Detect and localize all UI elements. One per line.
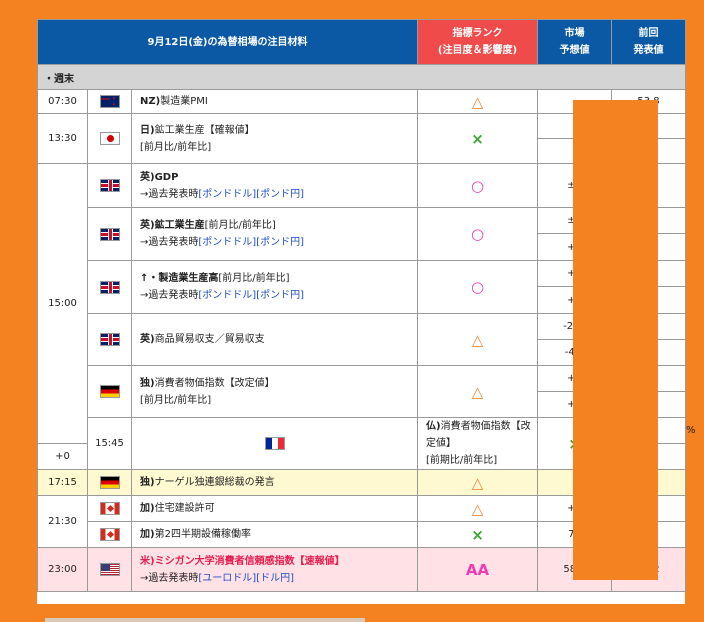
uk-flag-icon	[99, 333, 120, 346]
rank-cell: AA	[417, 547, 538, 592]
bottom-strip	[37, 604, 685, 622]
jp-flag-icon	[99, 132, 120, 145]
link-pound-yen[interactable]: [ポンド円]	[256, 237, 304, 248]
uk-flag-icon	[99, 179, 120, 192]
rank-cell: ○	[417, 207, 538, 261]
top-strip	[37, 0, 685, 19]
link-pound-yen[interactable]: [ポンド円]	[256, 290, 304, 301]
flag-cell	[87, 495, 132, 522]
link-euro-dollar[interactable]: [ユーロドル]	[198, 573, 256, 584]
flag-cell	[87, 113, 132, 164]
link-pound-dollar[interactable]: [ポンドドル]	[198, 189, 256, 200]
flag-cell	[87, 365, 132, 418]
section-label: ・週末	[37, 64, 686, 90]
nz-flag-icon	[99, 95, 120, 108]
flag-cell	[87, 469, 132, 496]
time-cell: 15:45	[87, 417, 132, 470]
flag-cell	[87, 207, 132, 261]
link-dollar-yen[interactable]: [ドル円]	[256, 573, 294, 584]
table-header: 9月12日(金)の為替相場の注目材料 指標ランク (注目度＆影響度) 市場 予想値 …	[37, 19, 686, 65]
ca-flag-icon	[99, 502, 120, 515]
item-cell: NZ)製造業PMI	[131, 89, 418, 114]
item-cell: 加)第2四半期設備稼働率	[131, 521, 418, 548]
us-flag-icon	[99, 563, 120, 576]
item-cell: 独)消費者物価指数【改定値】 [前月比/前年比]	[131, 365, 418, 418]
forecast-cell: +0	[37, 443, 88, 470]
item-cell: 英)鉱工業生産[前月比/前年比] →過去発表時[ポンドドル][ポンド円]	[131, 207, 418, 261]
uk-flag-icon	[99, 227, 120, 241]
item-cell: ↑・製造業生産高[前月比/前年比] →過去発表時[ポンドドル][ポンド円]	[131, 260, 418, 314]
header-forecast: 市場 予想値	[537, 19, 612, 65]
link-pound-yen[interactable]: [ポンド円]	[256, 189, 304, 200]
header-rank: 指標ランク (注目度＆影響度)	[417, 19, 538, 65]
rank-cell: ×	[417, 521, 538, 548]
item-cell: 英)商品貿易収支／貿易収支	[131, 313, 418, 366]
flag-cell	[87, 260, 132, 314]
rank-cell: ×	[417, 113, 538, 164]
flag-cell	[87, 163, 132, 208]
time-cell: 15:00	[37, 163, 88, 444]
rank-cell: ○	[417, 260, 538, 314]
item-cell: 仏)消費者物価指数【改定値】 [前期比/前年比]	[417, 417, 538, 470]
time-cell: 13:30	[37, 113, 88, 164]
rank-cell: △	[417, 313, 538, 366]
flag-cell	[87, 547, 132, 592]
ca-flag-icon	[99, 528, 120, 541]
time-cell: 21:30	[37, 495, 88, 548]
flag-cell	[87, 521, 132, 548]
rank-cell: ○	[417, 163, 538, 208]
header-title: 9月12日(金)の為替相場の注目材料	[37, 19, 418, 65]
flag-cell	[87, 89, 132, 114]
item-cell: 米)ミシガン大学消費者信頼感指数【速報値】 →過去発表時[ユーロドル][ドル円]	[131, 547, 418, 592]
item-cell: 日)鉱工業生産【確報値】 [前月比/前年比]	[131, 113, 418, 164]
time-cell: 17:15	[37, 469, 88, 496]
flag-cell	[131, 417, 418, 470]
time-cell: 07:30	[37, 89, 88, 114]
flag-cell	[87, 313, 132, 366]
item-cell: 加)住宅建設許可	[131, 495, 418, 522]
de-flag-icon	[99, 476, 120, 489]
redaction-overlay	[573, 100, 658, 580]
item-cell: 英)GDP →過去発表時[ポンドドル][ポンド円]	[131, 163, 418, 208]
rank-cell: △	[417, 365, 538, 418]
rank-cell: △	[417, 495, 538, 522]
fr-flag-icon	[264, 437, 285, 450]
rank-cell: △	[417, 469, 538, 496]
uk-flag-icon	[99, 280, 120, 294]
section-row: ・週末	[37, 64, 686, 90]
link-pound-dollar[interactable]: [ポンドドル]	[198, 237, 256, 248]
rank-cell: △	[417, 89, 538, 114]
item-cell: 独)ナーゲル独連銀総裁の発言	[131, 469, 418, 496]
link-pound-dollar[interactable]: [ポンドドル]	[198, 290, 256, 301]
bottom-cut-text	[45, 618, 365, 622]
time-cell: 23:00	[37, 547, 88, 592]
de-flag-icon	[99, 385, 120, 398]
header-previous: 前回 発表値	[611, 19, 686, 65]
